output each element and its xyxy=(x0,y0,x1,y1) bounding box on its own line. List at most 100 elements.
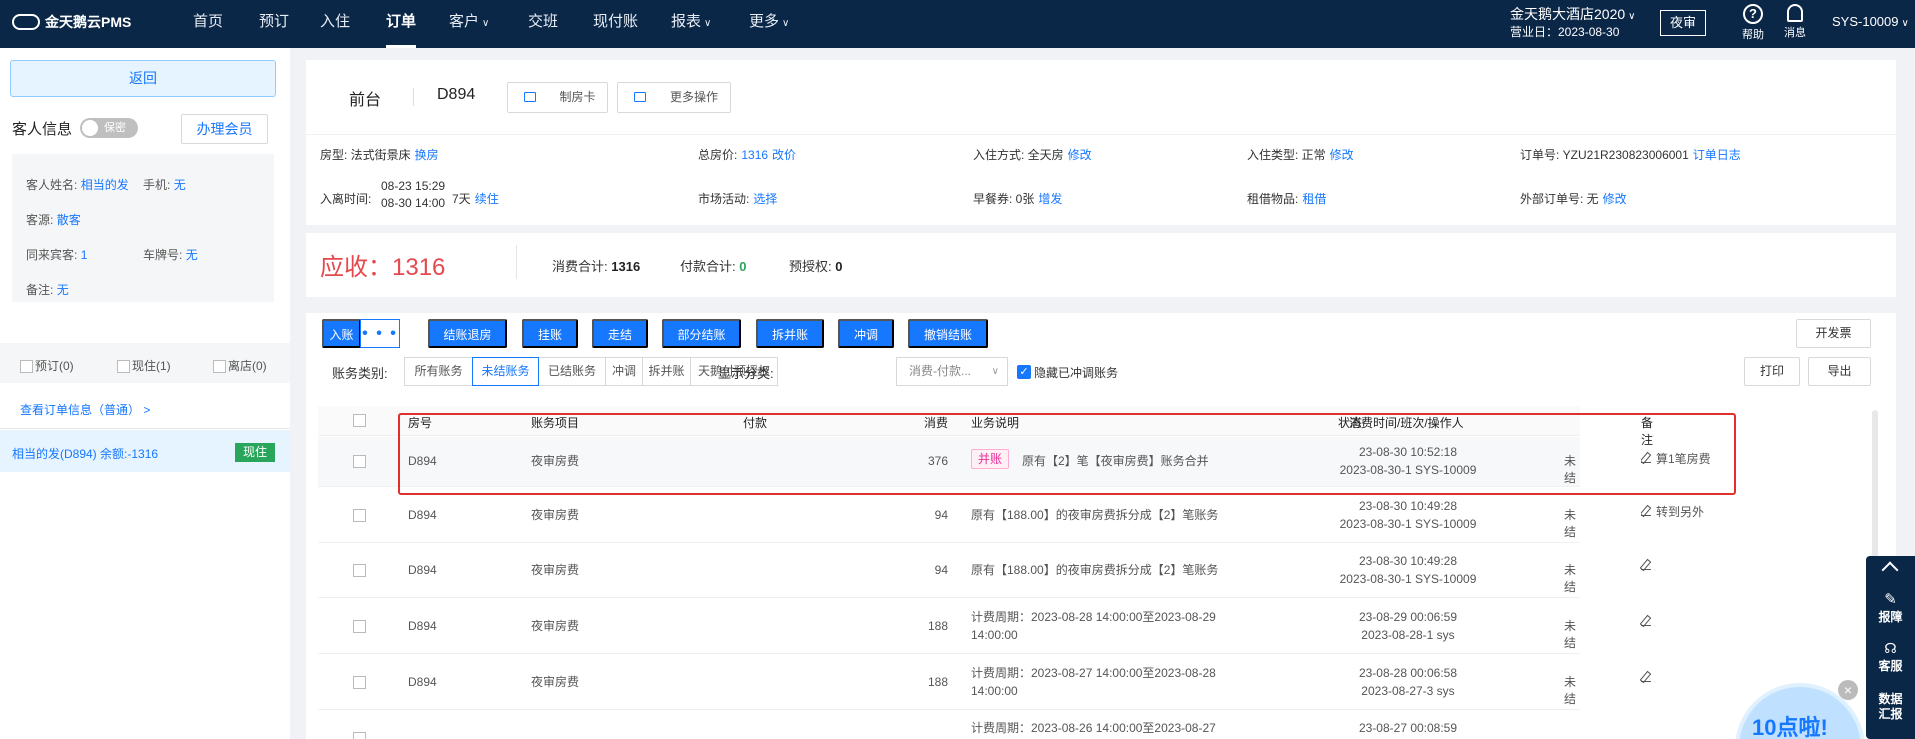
row-checkbox[interactable] xyxy=(353,509,366,522)
change-price-link[interactable]: 改价 xyxy=(772,148,796,162)
stay-out-time: 08-30 14:00 xyxy=(381,196,446,210)
filter-adjust[interactable]: 冲调 xyxy=(605,357,643,386)
night-audit-button[interactable]: 夜审 xyxy=(1660,10,1706,36)
tab-departed[interactable]: 离店(0) xyxy=(213,357,267,374)
row-remark[interactable] xyxy=(1641,614,1656,631)
nav-checkin[interactable]: 入住 xyxy=(320,0,350,48)
edit-icon[interactable] xyxy=(1641,506,1651,516)
order-log-link[interactable]: 订单日志 xyxy=(1693,148,1741,162)
post-more-button[interactable]: • • • xyxy=(360,319,400,348)
print-button[interactable]: 打印 xyxy=(1744,357,1800,386)
companions-value[interactable]: 1 xyxy=(81,248,88,262)
walk-settle-button[interactable]: 走结 xyxy=(592,319,648,348)
question-icon: ? xyxy=(1743,4,1763,24)
row-checkbox[interactable] xyxy=(353,620,366,633)
row-checkbox[interactable] xyxy=(353,732,366,739)
edit-icon[interactable] xyxy=(1641,453,1651,463)
privacy-toggle[interactable]: 保密 xyxy=(80,118,138,138)
guest-name-row: 客人姓名: 相当的发 xyxy=(26,176,129,193)
table-row[interactable]: D894 夜审房费 376 并账 原有【2】笔【夜审房费】账务合并 23-08-… xyxy=(318,437,1711,487)
tab-in-house-label: 现住(1) xyxy=(132,359,171,373)
checkout-button[interactable]: 结账退房 xyxy=(428,319,507,348)
nav-customer[interactable]: 客户 ∨ xyxy=(449,0,489,48)
source-value[interactable]: 散客 xyxy=(57,213,81,227)
plate-row: 车牌号: 无 xyxy=(143,246,198,263)
partial-settle-button[interactable]: 部分结账 xyxy=(662,319,741,348)
invoice-button[interactable]: 开发票 xyxy=(1796,319,1871,348)
remark-value[interactable]: 无 xyxy=(57,283,69,297)
breakfast-add-link[interactable]: 增发 xyxy=(1038,192,1062,206)
row-remark[interactable]: 转到另外 xyxy=(1641,504,1714,521)
hide-reversed-checkbox[interactable]: ✓ xyxy=(1017,365,1031,379)
export-button[interactable]: 导出 xyxy=(1808,357,1871,386)
room-entry[interactable]: 相当的发(D894) 余额:-1316 现住 xyxy=(0,430,290,472)
checkbox[interactable] xyxy=(213,360,226,374)
table-row[interactable]: D894 夜审房费 94 原有【188.00】的夜审房费拆分成【2】笔账务 23… xyxy=(318,544,1651,598)
table-row[interactable]: D894 夜审房费 188 计费周期：2023-08-28 14:00:00至2… xyxy=(318,599,1651,654)
phone-value[interactable]: 无 xyxy=(174,178,186,192)
table-row[interactable]: D894 夜审房费 188 计费周期：2023-08-27 14:00:00至2… xyxy=(318,655,1651,710)
nav-order[interactable]: 订单 xyxy=(386,0,417,48)
nav-reports-label: 报表 xyxy=(671,13,702,30)
row-checkbox[interactable] xyxy=(353,676,366,689)
external-order-edit[interactable]: 修改 xyxy=(1603,192,1627,206)
close-icon[interactable]: × xyxy=(1838,680,1858,700)
logo[interactable]: 金天鹅云PMS xyxy=(12,12,131,32)
table-row[interactable]: D894 夜审房费 94 原有【188.00】的夜审房费拆分成【2】笔账务 23… xyxy=(318,488,1704,543)
row-remark[interactable] xyxy=(1641,558,1656,575)
checkin-mode-edit[interactable]: 修改 xyxy=(1068,148,1092,162)
table-row[interactable]: 计费周期：2023-08-26 14:00:00至2023-08-27 23-0… xyxy=(318,711,1580,739)
order-info-link[interactable]: 查看订单信息（普通） > xyxy=(20,401,150,418)
help-button[interactable]: ? 帮助 xyxy=(1735,4,1771,42)
tab-in-house[interactable]: 现住(1) xyxy=(117,357,171,374)
service-button[interactable]: ☊ 客服 xyxy=(1866,640,1915,674)
adjust-button[interactable]: 冲调 xyxy=(838,319,894,348)
nav-more[interactable]: 更多 ∨ xyxy=(749,0,789,48)
chevron-down-icon: ∨ xyxy=(704,18,712,29)
tab-reserved[interactable]: 预订(0) xyxy=(20,357,74,374)
filter-split-merge[interactable]: 拆并账 xyxy=(642,357,691,386)
split-merge-button[interactable]: 拆并账 xyxy=(756,319,824,348)
edit-icon[interactable] xyxy=(1641,616,1651,626)
messages-button[interactable]: 消息 xyxy=(1777,4,1813,40)
make-card-button[interactable]: 制房卡 xyxy=(507,82,608,113)
nav-shift[interactable]: 交班 xyxy=(528,0,558,48)
plate-value[interactable]: 无 xyxy=(186,248,198,262)
nav-reports[interactable]: 报表 ∨ xyxy=(671,0,711,48)
row-remark[interactable]: 算1笔房费 xyxy=(1641,451,1714,468)
promo-text[interactable]: 10点啦! xyxy=(1752,710,1828,739)
post-button[interactable]: 入账 xyxy=(322,319,361,348)
market-select-link[interactable]: 选择 xyxy=(753,192,777,206)
row-remark[interactable] xyxy=(1641,670,1656,687)
extend-stay-link[interactable]: 续住 xyxy=(475,192,499,206)
user-menu[interactable]: SYS-10009 ∨ xyxy=(1832,14,1909,29)
hang-account-button[interactable]: 挂账 xyxy=(522,319,578,348)
row-shift-operator: 2023-08-30-1 SYS-10009 xyxy=(1339,463,1477,477)
edit-icon[interactable] xyxy=(1641,560,1651,570)
checkbox[interactable] xyxy=(20,360,33,374)
user-name: SYS-10009 xyxy=(1832,14,1899,29)
nav-reservation[interactable]: 预订 xyxy=(259,0,289,48)
edit-icon[interactable] xyxy=(1641,672,1651,682)
nav-cash-account[interactable]: 现付账 xyxy=(593,0,638,48)
back-button[interactable]: 返回 xyxy=(10,60,276,97)
row-checkbox[interactable] xyxy=(353,455,366,468)
filter-all[interactable]: 所有账务 xyxy=(404,357,473,386)
nav-home[interactable]: 首页 xyxy=(193,0,223,48)
cancel-settle-button[interactable]: 撤销结账 xyxy=(908,319,988,348)
filter-settled[interactable]: 已结账务 xyxy=(538,357,606,386)
checkbox[interactable] xyxy=(117,360,130,374)
more-operations-button[interactable]: 更多操作 xyxy=(617,82,731,113)
change-room-link[interactable]: 换房 xyxy=(415,148,439,162)
report-button[interactable]: 数据 汇报 xyxy=(1866,692,1915,722)
filter-unsettled[interactable]: 未结账务 xyxy=(472,357,539,386)
display-select[interactable]: 消费-付款... ∨ xyxy=(896,357,1008,386)
guest-name-value[interactable]: 相当的发 xyxy=(81,178,129,192)
repair-button[interactable]: ✎ 报障 xyxy=(1866,590,1915,625)
chevron-up-icon[interactable] xyxy=(1881,561,1899,579)
rental-link[interactable]: 租借 xyxy=(1302,192,1326,206)
select-all-checkbox[interactable] xyxy=(353,414,366,427)
checkin-type-edit[interactable]: 修改 xyxy=(1330,148,1354,162)
row-checkbox[interactable] xyxy=(353,564,366,577)
member-button[interactable]: 办理会员 xyxy=(181,114,268,144)
